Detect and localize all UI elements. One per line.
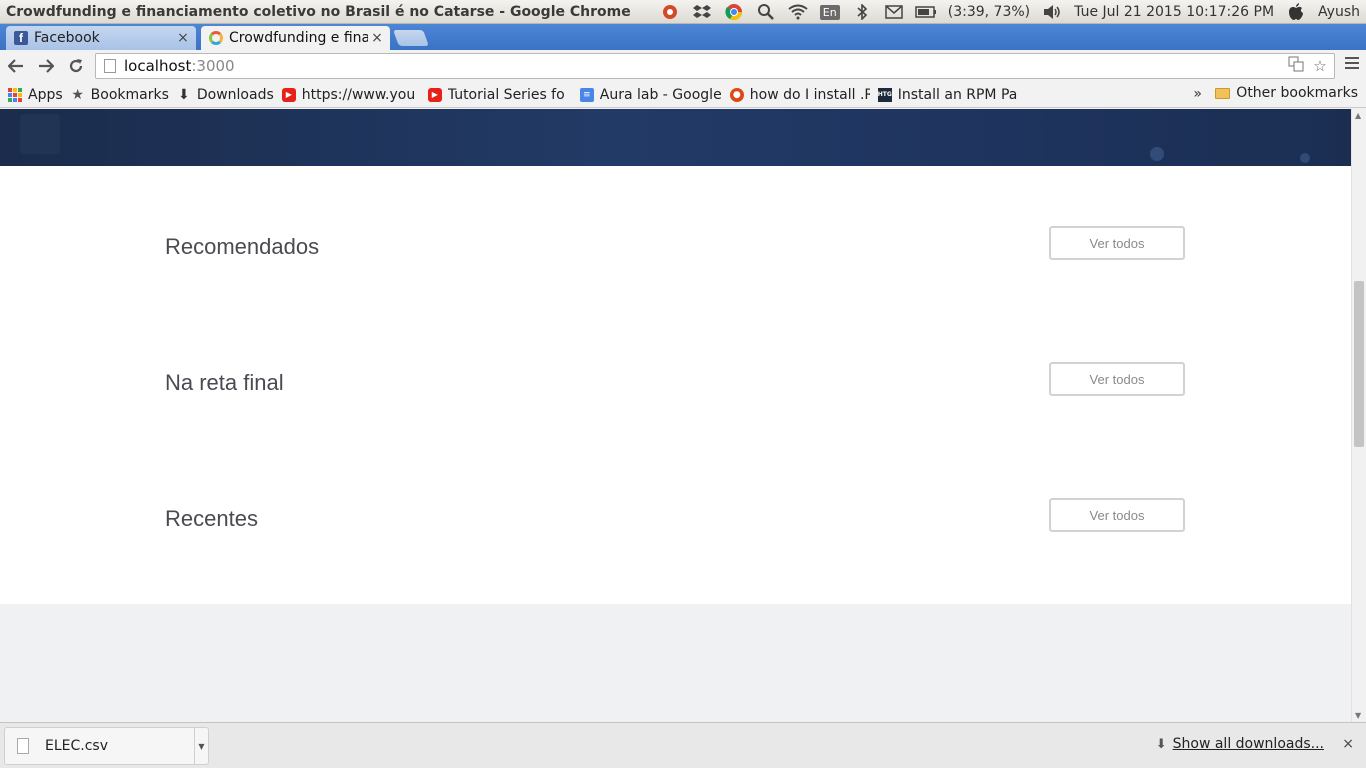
folder-icon: [1215, 87, 1231, 99]
system-tray: En (3:39, 73%) Tue Jul 21 2015 10:17:26 …: [654, 0, 1366, 24]
os-top-panel: Crowdfunding e financiamento coletivo no…: [0, 0, 1366, 24]
translate-icon[interactable]: [1286, 56, 1306, 76]
apps-icon: [8, 87, 22, 102]
forward-button[interactable]: [32, 52, 60, 80]
browser-toolbar: localhost :3000 ☆: [0, 50, 1366, 82]
section-na-reta-final: Na reta final Ver todos: [165, 362, 1185, 402]
scroll-up-arrow-icon[interactable]: ▲: [1355, 111, 1361, 120]
chevron-down-icon[interactable]: ▼: [194, 728, 208, 764]
tab-label: Crowdfunding e financiamento: [229, 30, 368, 46]
download-shelf: ELEC.csv ▼ ⬇ Show all downloads... ×: [0, 722, 1366, 768]
scroll-down-arrow-icon[interactable]: ▼: [1355, 711, 1361, 720]
url-port: :3000: [191, 57, 235, 75]
star-icon: ★: [71, 86, 84, 103]
youtube-icon: ▶: [427, 87, 442, 102]
chrome-icon[interactable]: [722, 2, 746, 22]
bookmark-install-rpm[interactable]: HTG Install an RPM Pa: [877, 87, 1018, 103]
apple-icon[interactable]: [1284, 2, 1308, 22]
download-icon: ⬇: [178, 86, 190, 103]
new-tab-button[interactable]: [393, 30, 429, 46]
close-icon[interactable]: ×: [368, 30, 386, 46]
show-all-downloads-link[interactable]: ⬇ Show all downloads...: [1156, 736, 1324, 752]
bookmarks-bar: Apps ★ Bookmarks ⬇ Downloads ▶ https://w…: [0, 82, 1366, 108]
bookmark-youtube[interactable]: ▶ https://www.you: [281, 87, 420, 103]
page-icon: [104, 59, 116, 73]
tab-strip: f Facebook × Crowdfunding e financiament…: [0, 24, 1366, 50]
catarse-icon: [209, 31, 223, 45]
close-icon[interactable]: ×: [174, 30, 192, 46]
search-icon[interactable]: [754, 2, 778, 22]
download-item[interactable]: ELEC.csv ▼: [4, 727, 209, 765]
section-title: Na reta final: [165, 370, 284, 395]
download-arrow-icon: ⬇: [1155, 736, 1167, 752]
chrome-menu-icon[interactable]: [1344, 56, 1360, 74]
bookmark-how-do-i-install[interactable]: ● how do I install .R: [729, 87, 870, 103]
address-bar[interactable]: localhost :3000 ☆: [95, 53, 1335, 79]
other-bookmarks[interactable]: Other bookmarks: [1215, 85, 1358, 101]
keyboard-layout-indicator[interactable]: En: [818, 2, 842, 22]
page-scrollbar[interactable]: ▲ ▼: [1351, 109, 1366, 722]
window-title: Crowdfunding e financiamento coletivo no…: [6, 3, 631, 20]
google-docs-icon: ≡: [579, 87, 594, 102]
bookmarks-overflow-button[interactable]: »: [1193, 86, 1202, 102]
ver-todos-button[interactable]: Ver todos: [1049, 226, 1185, 260]
url-host: localhost: [124, 57, 192, 75]
dropbox-icon[interactable]: [690, 2, 714, 22]
section-title: Recomendados: [165, 234, 320, 259]
clock[interactable]: Tue Jul 21 2015 10:17:26 PM: [1074, 4, 1274, 20]
wifi-icon[interactable]: [786, 2, 810, 22]
section-recentes: Recentes Ver todos: [165, 498, 1185, 538]
battery-icon[interactable]: [914, 2, 938, 22]
download-file-name: ELEC.csv: [45, 738, 108, 754]
youtube-icon: ▶: [281, 87, 296, 102]
hero-banner: [0, 109, 1351, 166]
tab-catarse[interactable]: Crowdfunding e financiamento ×: [201, 26, 390, 50]
volume-icon[interactable]: [1040, 2, 1064, 22]
section-recomendados: Recomendados Ver todos: [165, 226, 1185, 266]
page-viewport: Recomendados Ver todos Na reta final Ver…: [0, 109, 1351, 722]
bookmark-bookmarks[interactable]: ★ Bookmarks: [71, 87, 169, 103]
scrollbar-thumb[interactable]: [1354, 281, 1364, 447]
close-icon[interactable]: ×: [1342, 736, 1354, 752]
section-title: Recentes: [165, 506, 258, 531]
mail-icon[interactable]: [882, 2, 906, 22]
htg-icon: HTG: [877, 87, 892, 102]
ubuntu-icon: ●: [729, 87, 744, 102]
bookmark-aura-lab[interactable]: ≡ Aura lab - Google: [579, 87, 722, 103]
bookmark-apps[interactable]: Apps: [8, 87, 63, 103]
file-icon: [17, 738, 29, 754]
update-icon[interactable]: [658, 2, 682, 22]
facebook-icon: f: [14, 31, 28, 45]
tab-facebook[interactable]: f Facebook ×: [6, 26, 196, 50]
project-sections: Recomendados Ver todos Na reta final Ver…: [0, 166, 1351, 604]
tab-label: Facebook: [34, 30, 100, 46]
ver-todos-button[interactable]: Ver todos: [1049, 362, 1185, 396]
back-button[interactable]: [2, 52, 30, 80]
battery-status: (3:39, 73%): [947, 4, 1031, 20]
bookmark-tutorial-series[interactable]: ▶ Tutorial Series fo: [427, 87, 572, 103]
user-name[interactable]: Ayush: [1318, 4, 1360, 20]
bookmark-star-icon[interactable]: ☆: [1310, 56, 1330, 76]
ver-todos-button[interactable]: Ver todos: [1049, 498, 1185, 532]
reload-button[interactable]: [62, 52, 90, 80]
bookmark-downloads[interactable]: ⬇ Downloads: [177, 87, 274, 103]
bluetooth-icon[interactable]: [850, 2, 874, 22]
